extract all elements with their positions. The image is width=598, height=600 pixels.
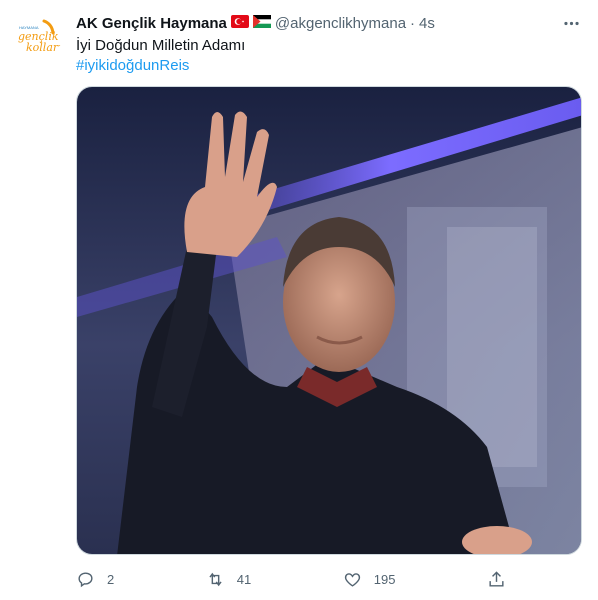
svg-text:kolları: kolları [26, 41, 62, 54]
hashtag-link[interactable]: #iyikidoğdunReis [76, 56, 189, 76]
reply-icon [78, 571, 93, 587]
turkey-flag-icon [230, 14, 249, 32]
share-icon [489, 570, 504, 587]
reply-count: 2 [107, 571, 115, 587]
separator-dot: · [410, 14, 416, 32]
more-icon [563, 21, 579, 25]
tweet[interactable]: HAYMANA gençlik kolları AK Gençlik Hayma… [0, 0, 598, 600]
retweet-button[interactable]: 41 [206, 570, 251, 589]
reply-button[interactable]: 2 [76, 570, 114, 589]
like-count: 195 [373, 571, 396, 587]
ak-genclik-logo: HAYMANA gençlik kolları [14, 12, 62, 60]
timestamp[interactable]: 4s [419, 15, 435, 32]
tweet-photo[interactable] [76, 86, 582, 555]
retweet-icon [209, 572, 222, 586]
like-button[interactable]: 195 [343, 570, 396, 589]
photo-image [77, 87, 581, 554]
more-options-button[interactable] [560, 12, 582, 34]
tweet-text: İyi Doğdun Milletin Adamı [76, 37, 246, 54]
share-button[interactable] [487, 570, 506, 589]
display-name[interactable]: AK Gençlik Haymana [76, 15, 227, 32]
palestine-flag-icon [252, 14, 271, 32]
like-icon [344, 572, 360, 587]
user-handle[interactable]: @akgenclikhymana [275, 15, 406, 32]
avatar[interactable]: HAYMANA gençlik kolları [14, 12, 62, 60]
tweet-header: AK Gençlik Haymana @akgenclikhymana · 4s [76, 12, 582, 34]
retweet-count: 41 [236, 571, 252, 587]
tweet-actions: 2 41 195 [76, 566, 506, 592]
